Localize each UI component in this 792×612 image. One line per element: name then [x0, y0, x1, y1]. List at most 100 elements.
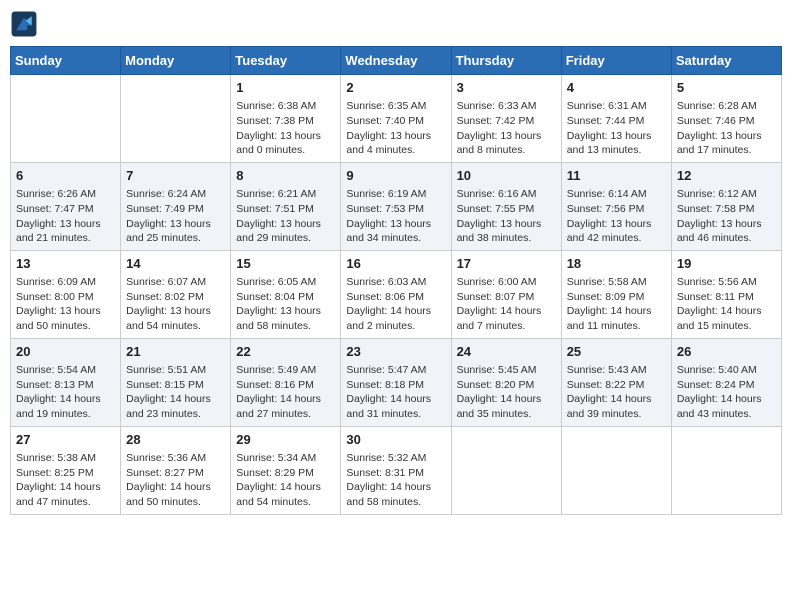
calendar-cell: 1Sunrise: 6:38 AMSunset: 7:38 PMDaylight… [231, 75, 341, 163]
day-info: Daylight: 13 hours and 46 minutes. [677, 217, 776, 246]
day-info: Sunrise: 5:51 AM [126, 363, 225, 378]
day-info: Sunrise: 5:47 AM [346, 363, 445, 378]
day-info: Sunrise: 6:16 AM [457, 187, 556, 202]
calendar-cell: 9Sunrise: 6:19 AMSunset: 7:53 PMDaylight… [341, 162, 451, 250]
day-info: Daylight: 13 hours and 13 minutes. [567, 129, 666, 158]
day-info: Sunrise: 6:35 AM [346, 99, 445, 114]
day-info: Sunrise: 6:03 AM [346, 275, 445, 290]
day-info: Sunrise: 6:28 AM [677, 99, 776, 114]
calendar-cell: 20Sunrise: 5:54 AMSunset: 8:13 PMDayligh… [11, 338, 121, 426]
day-info: Sunrise: 6:38 AM [236, 99, 335, 114]
weekday-header-saturday: Saturday [671, 47, 781, 75]
calendar-cell [11, 75, 121, 163]
day-number: 7 [126, 167, 225, 185]
day-info: Daylight: 13 hours and 4 minutes. [346, 129, 445, 158]
calendar-cell: 23Sunrise: 5:47 AMSunset: 8:18 PMDayligh… [341, 338, 451, 426]
calendar-cell: 18 Sunrise: 5:58 AMSunset: 8:09 PMDayligh… [561, 250, 671, 338]
day-number: 10 [457, 167, 556, 185]
calendar-cell: 2Sunrise: 6:35 AMSunset: 7:40 PMDaylight… [341, 75, 451, 163]
day-info: Sunrise: 6:14 AM [567, 187, 666, 202]
day-info: Sunrise: 6:00 AM [457, 275, 556, 290]
day-info: Sunrise: 6:26 AM [16, 187, 115, 202]
weekday-header-row: SundayMondayTuesdayWednesdayThursdayFrid… [11, 47, 782, 75]
calendar-cell: 15Sunrise: 6:05 AMSunset: 8:04 PMDayligh… [231, 250, 341, 338]
day-info: Sunset: 8:31 PM [346, 466, 445, 481]
day-number: 23 [346, 343, 445, 361]
day-info: Daylight: 13 hours and 29 minutes. [236, 217, 335, 246]
calendar-cell: 5 Sunrise: 6:28 AMSunset: 7:46 PMDaylight… [671, 75, 781, 163]
day-info: Sunset: 8:13 PM [16, 378, 115, 393]
day-info: Sunset: 8:06 PM [346, 290, 445, 305]
day-info: Daylight: 14 hours and 35 minutes. [457, 392, 556, 421]
day-info: Daylight: 13 hours and 17 minutes. [677, 129, 776, 158]
day-info: Sunrise: 6:12 AM [677, 187, 776, 202]
day-number: 18 [567, 255, 666, 273]
day-info: Sunset: 8:09 PM [567, 290, 666, 305]
day-info: Sunrise: 5:43 AM [567, 363, 666, 378]
day-info: Sunrise: 6:21 AM [236, 187, 335, 202]
day-info: Daylight: 14 hours and 2 minutes. [346, 304, 445, 333]
day-info: Daylight: 14 hours and 58 minutes. [346, 480, 445, 509]
day-number: 6 [16, 167, 115, 185]
day-info: Daylight: 14 hours and 47 minutes. [16, 480, 115, 509]
calendar-cell [671, 426, 781, 514]
week-row-1: 1Sunrise: 6:38 AMSunset: 7:38 PMDaylight… [11, 75, 782, 163]
week-row-4: 20Sunrise: 5:54 AMSunset: 8:13 PMDayligh… [11, 338, 782, 426]
day-number: 14 [126, 255, 225, 273]
day-number: 1 [236, 79, 335, 97]
day-number: 22 [236, 343, 335, 361]
day-info: Daylight: 14 hours and 15 minutes. [677, 304, 776, 333]
calendar-cell: 14Sunrise: 6:07 AMSunset: 8:02 PMDayligh… [121, 250, 231, 338]
day-info: Sunrise: 5:38 AM [16, 451, 115, 466]
day-info: Sunrise: 5:32 AM [346, 451, 445, 466]
calendar-cell: 28Sunrise: 5:36 AMSunset: 8:27 PMDayligh… [121, 426, 231, 514]
day-info: Sunset: 8:07 PM [457, 290, 556, 305]
day-info: Sunset: 8:20 PM [457, 378, 556, 393]
day-info: Sunrise: 6:33 AM [457, 99, 556, 114]
day-info: Sunrise: 6:07 AM [126, 275, 225, 290]
day-info: Sunset: 7:51 PM [236, 202, 335, 217]
day-info: Sunset: 8:04 PM [236, 290, 335, 305]
calendar-cell: 12Sunrise: 6:12 AMSunset: 7:58 PMDayligh… [671, 162, 781, 250]
calendar-cell: 4Sunrise: 6:31 AMSunset: 7:44 PMDaylight… [561, 75, 671, 163]
day-info: Sunset: 7:53 PM [346, 202, 445, 217]
day-info: Sunrise: 5:56 AM [677, 275, 776, 290]
day-number: 8 [236, 167, 335, 185]
weekday-header-monday: Monday [121, 47, 231, 75]
day-number: 24 [457, 343, 556, 361]
day-number: 15 [236, 255, 335, 273]
calendar-cell: 22Sunrise: 5:49 AMSunset: 8:16 PMDayligh… [231, 338, 341, 426]
day-info: Sunrise: 6:24 AM [126, 187, 225, 202]
day-info: Sunset: 7:58 PM [677, 202, 776, 217]
day-info: Sunrise: 5:54 AM [16, 363, 115, 378]
day-info: Daylight: 14 hours and 54 minutes. [236, 480, 335, 509]
calendar-cell: 26Sunrise: 5:40 AMSunset: 8:24 PMDayligh… [671, 338, 781, 426]
calendar-cell [561, 426, 671, 514]
day-info: Sunrise: 6:05 AM [236, 275, 335, 290]
calendar-cell: 8 Sunrise: 6:21 AMSunset: 7:51 PMDaylight… [231, 162, 341, 250]
day-info: Sunset: 7:46 PM [677, 114, 776, 129]
day-info: Sunrise: 5:49 AM [236, 363, 335, 378]
day-info: Daylight: 13 hours and 34 minutes. [346, 217, 445, 246]
day-info: Sunset: 8:25 PM [16, 466, 115, 481]
day-info: Daylight: 13 hours and 0 minutes. [236, 129, 335, 158]
day-info: Sunset: 7:47 PM [16, 202, 115, 217]
day-info: Daylight: 14 hours and 23 minutes. [126, 392, 225, 421]
day-info: Sunrise: 6:31 AM [567, 99, 666, 114]
day-number: 21 [126, 343, 225, 361]
day-info: Sunset: 7:55 PM [457, 202, 556, 217]
day-number: 13 [16, 255, 115, 273]
day-info: Sunrise: 5:58 AM [567, 275, 666, 290]
day-info: Sunrise: 6:19 AM [346, 187, 445, 202]
day-info: Daylight: 14 hours and 39 minutes. [567, 392, 666, 421]
day-info: Sunrise: 5:36 AM [126, 451, 225, 466]
day-info: Daylight: 13 hours and 54 minutes. [126, 304, 225, 333]
weekday-header-friday: Friday [561, 47, 671, 75]
calendar-cell: 25Sunrise: 5:43 AMSunset: 8:22 PMDayligh… [561, 338, 671, 426]
day-info: Sunset: 8:00 PM [16, 290, 115, 305]
day-info: Sunset: 8:18 PM [346, 378, 445, 393]
page-header [10, 10, 782, 38]
day-info: Daylight: 14 hours and 11 minutes. [567, 304, 666, 333]
day-number: 3 [457, 79, 556, 97]
day-number: 5 [677, 79, 776, 97]
